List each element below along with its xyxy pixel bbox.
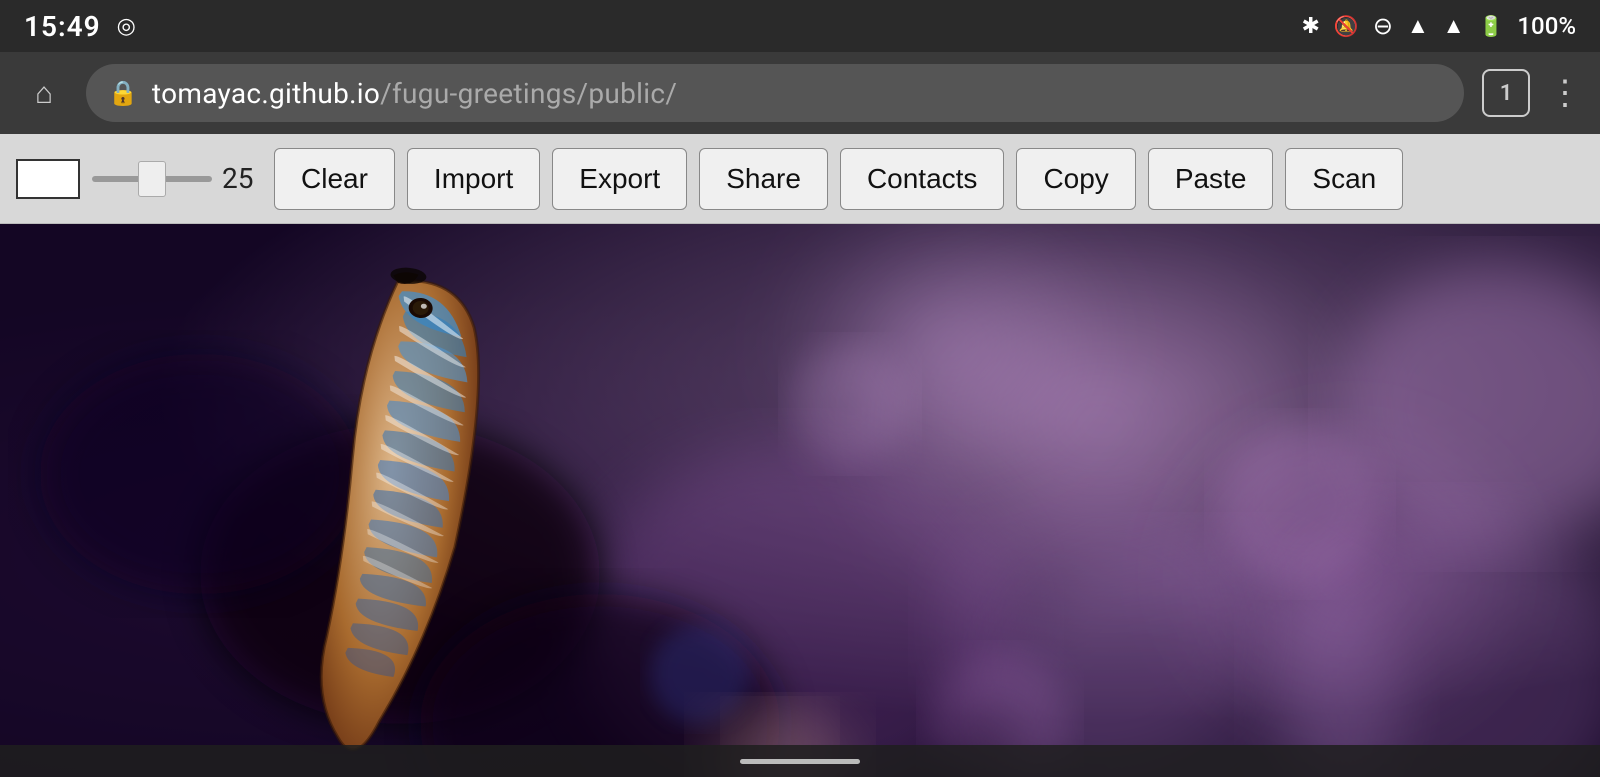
export-button[interactable]: Export (552, 148, 687, 210)
address-base: tomayac.github.io (152, 77, 380, 110)
status-bar-left: 15:49 ◎ (24, 10, 136, 43)
battery-percent: 100% (1517, 12, 1576, 40)
tab-count-button[interactable]: 1 (1482, 69, 1530, 117)
nav-hint-line (740, 759, 860, 764)
status-bar-right: ✱ 🔕 ⊖ ▲ ▲ 🔋 100% (1301, 12, 1576, 40)
scan-button[interactable]: Scan (1285, 148, 1403, 210)
address-pill[interactable]: 🔒 tomayac.github.io/fugu-greetings/publi… (86, 64, 1464, 122)
slider-value: 25 (222, 162, 262, 195)
home-icon: ⌂ (35, 76, 53, 111)
copy-button[interactable]: Copy (1016, 148, 1135, 210)
address-path: /fugu-greetings/public/ (380, 77, 677, 110)
battery-icon: 🔋 (1479, 14, 1504, 38)
mute-icon: 🔕 (1334, 14, 1359, 38)
signal-icon: ▲ (1443, 13, 1465, 39)
address-text: tomayac.github.io/fugu-greetings/public/ (152, 77, 677, 110)
nav-hint-bar (0, 745, 1600, 777)
home-button[interactable]: ⌂ (20, 69, 68, 117)
lock-icon: 🔒 (108, 79, 138, 107)
contacts-button[interactable]: Contacts (840, 148, 1005, 210)
toolbar: 25 Clear Import Export Share Contacts Co… (0, 134, 1600, 224)
canvas-svg (0, 224, 1600, 777)
color-swatch[interactable] (16, 159, 80, 199)
address-bar-actions: 1 ⋮ (1482, 69, 1580, 117)
clear-button[interactable]: Clear (274, 148, 395, 210)
dnd-icon: ⊖ (1373, 12, 1393, 40)
share-button[interactable]: Share (699, 148, 828, 210)
paste-button[interactable]: Paste (1148, 148, 1274, 210)
address-bar-row: ⌂ 🔒 tomayac.github.io/fugu-greetings/pub… (0, 52, 1600, 134)
status-time: 15:49 (24, 10, 101, 43)
slider-thumb[interactable] (138, 161, 166, 197)
main-canvas-area[interactable] (0, 224, 1600, 777)
slider-track[interactable] (92, 176, 212, 182)
tab-count: 1 (1500, 81, 1513, 106)
brush-size-slider-container: 25 (92, 162, 262, 195)
status-icon-circle: ◎ (117, 14, 136, 39)
bluetooth-icon: ✱ (1301, 14, 1319, 39)
menu-button[interactable]: ⋮ (1548, 73, 1580, 113)
status-bar: 15:49 ◎ ✱ 🔕 ⊖ ▲ ▲ 🔋 100% (0, 0, 1600, 52)
import-button[interactable]: Import (407, 148, 540, 210)
wifi-icon: ▲ (1407, 13, 1429, 39)
